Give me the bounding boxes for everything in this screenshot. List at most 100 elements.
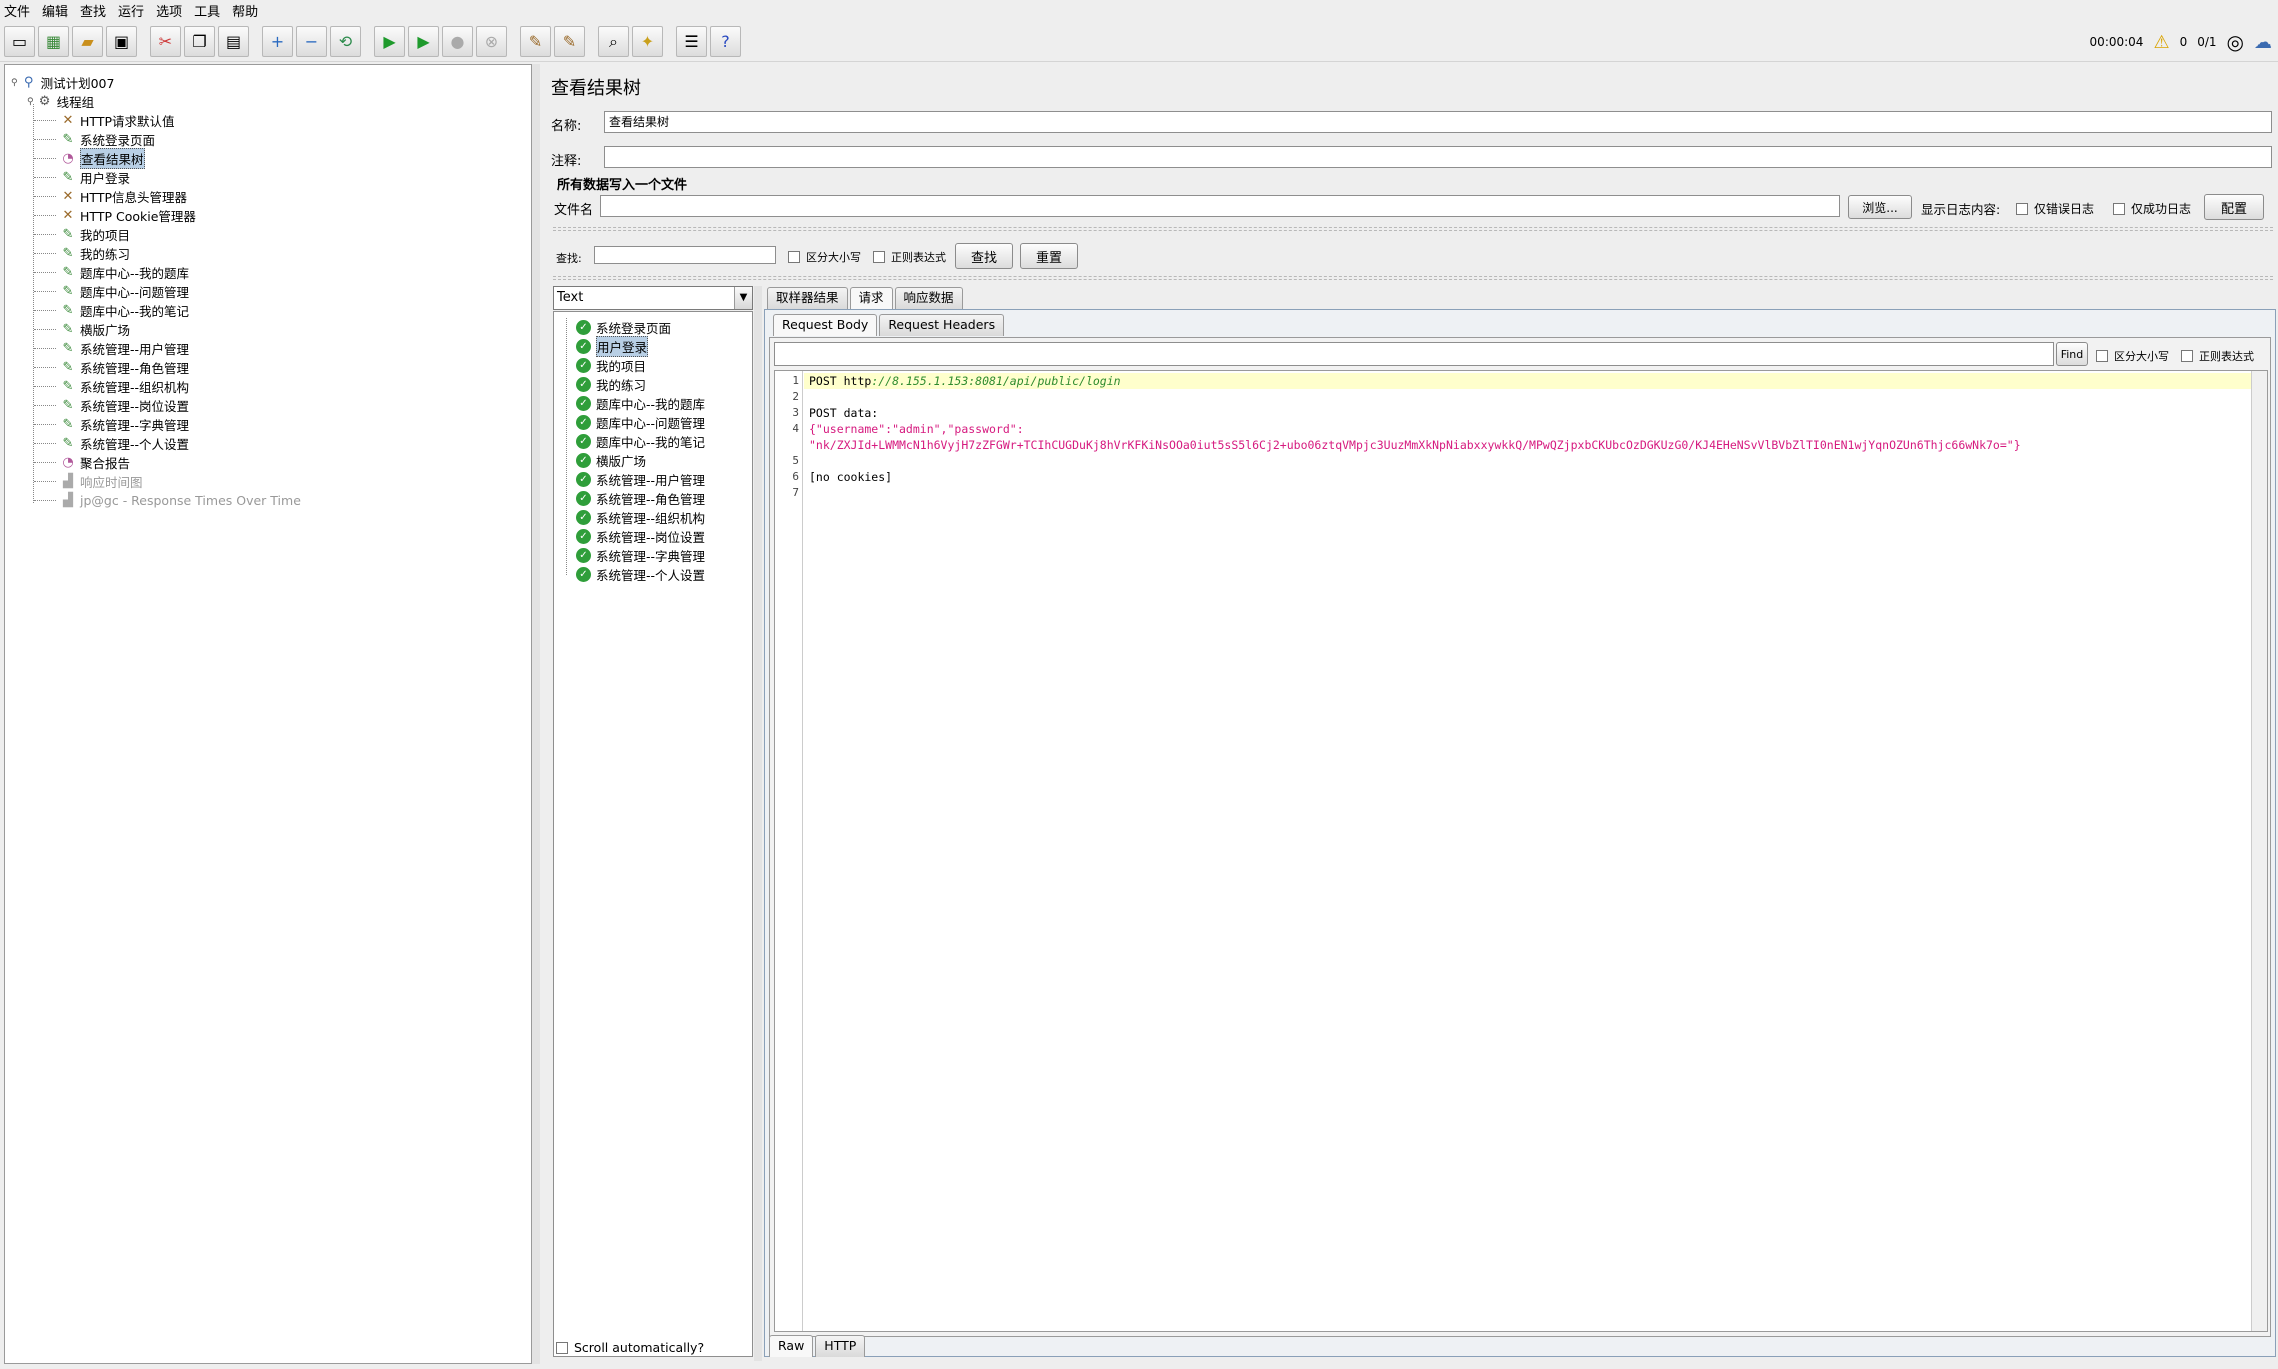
start-no-pause-icon[interactable]: ▶ xyxy=(408,26,439,57)
tree-node[interactable]: ✎ 我的项目 xyxy=(34,225,130,244)
remote-icon[interactable]: ◎ xyxy=(2227,30,2244,54)
result-item[interactable]: ✓ 我的练习 xyxy=(576,375,646,394)
warning-icon[interactable]: ⚠ xyxy=(2153,32,2169,53)
tree-node[interactable]: ✕ HTTP请求默认值 xyxy=(34,111,175,130)
save-icon[interactable]: ▣ xyxy=(106,26,137,57)
cut-icon[interactable]: ✂ xyxy=(150,26,181,57)
menu-item[interactable]: 文件 xyxy=(4,1,30,20)
renderer-select[interactable]: Text ▼ xyxy=(553,286,753,310)
menu-item[interactable]: 查找 xyxy=(80,1,106,20)
result-item[interactable]: ✓ 系统管理--组织机构 xyxy=(576,508,705,527)
menu-item[interactable]: 选项 xyxy=(156,1,182,20)
menu-item[interactable]: 编辑 xyxy=(42,1,68,20)
find-button[interactable]: 查找 xyxy=(955,243,1013,269)
browse-button[interactable]: 浏览... xyxy=(1848,195,1912,219)
toggle-icon[interactable]: ⟲ xyxy=(330,26,361,57)
result-item[interactable]: ✓ 用户登录 xyxy=(576,336,649,357)
request-tab[interactable]: Request Body xyxy=(773,314,878,336)
tree-node[interactable]: ✕ HTTP Cookie管理器 xyxy=(34,206,196,225)
shutdown-icon[interactable]: ⊗ xyxy=(476,26,507,57)
tree-node[interactable]: ✎ 我的练习 xyxy=(34,244,130,263)
result-item[interactable]: ✓ 系统管理--岗位设置 xyxy=(576,527,705,546)
regex-checkbox[interactable]: 正则表达式 xyxy=(873,249,946,265)
editor-find-button[interactable]: Find xyxy=(2056,342,2088,366)
request-body-editor[interactable]: 1 POST http://8.155.1.153:8081/api/public… xyxy=(774,370,2268,1332)
tree-node[interactable]: ▟ jp@gc - Response Times Over Time xyxy=(34,491,301,510)
editor-case-checkbox[interactable]: 区分大小写 xyxy=(2096,348,2169,364)
configure-button[interactable]: 配置 xyxy=(2204,194,2264,220)
tree-node[interactable]: ✎ 用户登录 xyxy=(34,168,130,187)
reset-search-icon[interactable]: ✦ xyxy=(632,26,663,57)
result-tab[interactable]: 请求 xyxy=(849,287,893,309)
status-icon[interactable]: ☁ xyxy=(2254,32,2272,53)
results-splitter[interactable] xyxy=(754,286,762,1361)
test-plan-tree[interactable]: ⚲ ⚲ 测试计划007 ⚲ ⚙ 线程组 ✕ HTTP请求默认值 ✎ 系统登录页面 ◔ 查看结果树 ✎ 用户… xyxy=(4,64,532,1364)
results-list[interactable]: ✓ 系统登录页面 ✓ 用户登录 ✓ 我的项目 ✓ 我的练习 ✓ 题库中心--我的题库 ✓ 题库中心--… xyxy=(553,311,753,1357)
result-item[interactable]: ✓ 系统管理--用户管理 xyxy=(576,470,705,489)
search-icon[interactable]: ⌕ xyxy=(598,26,629,57)
divider[interactable] xyxy=(553,227,2273,231)
menu-item[interactable]: 工具 xyxy=(194,1,220,20)
errors-only-checkbox[interactable]: 仅错误日志 xyxy=(2016,200,2094,217)
tree-node[interactable]: ✎ 系统登录页面 xyxy=(34,130,155,149)
expand-icon[interactable]: + xyxy=(262,26,293,57)
result-item[interactable]: ✓ 系统管理--个人设置 xyxy=(576,565,705,584)
result-item[interactable]: ✓ 我的项目 xyxy=(576,356,646,375)
clear-all-icon[interactable]: ✎ xyxy=(554,26,585,57)
request-tab[interactable]: Request Headers xyxy=(879,314,1005,336)
tree-node[interactable]: ✎ 系统管理--岗位设置 xyxy=(34,396,189,415)
view-mode-tab[interactable]: HTTP xyxy=(815,1335,866,1357)
result-tab[interactable]: 响应数据 xyxy=(894,287,963,309)
tree-node[interactable]: ✎ 系统管理--组织机构 xyxy=(34,377,189,396)
expand-toggle-icon[interactable]: ⚲ xyxy=(27,97,34,107)
copy-icon[interactable]: ❐ xyxy=(184,26,215,57)
open-icon[interactable]: ▰ xyxy=(72,26,103,57)
result-item[interactable]: ✓ 题库中心--问题管理 xyxy=(576,413,705,432)
tree-node[interactable]: ✎ 题库中心--问题管理 xyxy=(34,282,189,301)
tree-node[interactable]: ✎ 系统管理--字典管理 xyxy=(34,415,189,434)
start-icon[interactable]: ▶ xyxy=(374,26,405,57)
clear-icon[interactable]: ✎ xyxy=(520,26,551,57)
tree-node[interactable]: ✎ 系统管理--用户管理 xyxy=(34,339,189,358)
editor-scrollbar[interactable] xyxy=(2251,371,2267,1331)
search-input[interactable] xyxy=(594,246,776,264)
result-item[interactable]: ✓ 系统登录页面 xyxy=(576,318,671,337)
tree-node[interactable]: ✎ 题库中心--我的题库 xyxy=(34,263,189,282)
templates-icon[interactable]: ▦ xyxy=(38,26,69,57)
collapse-icon[interactable]: − xyxy=(296,26,327,57)
paste-icon[interactable]: ▤ xyxy=(218,26,249,57)
menu-item[interactable]: 帮助 xyxy=(232,1,258,20)
function-helper-icon[interactable]: ☰ xyxy=(676,26,707,57)
chevron-down-icon[interactable]: ▼ xyxy=(734,287,752,309)
name-field[interactable]: 查看结果树 xyxy=(604,111,2272,133)
result-item[interactable]: ✓ 系统管理--角色管理 xyxy=(576,489,705,508)
result-item[interactable]: ✓ 系统管理--字典管理 xyxy=(576,546,705,565)
menu-item[interactable]: 运行 xyxy=(118,1,144,20)
tree-node[interactable]: ✎ 题库中心--我的笔记 xyxy=(34,301,189,320)
comment-field[interactable] xyxy=(604,146,2272,168)
result-tab[interactable]: 取样器结果 xyxy=(767,287,848,309)
tree-node[interactable]: ⚲ ⚲ 测试计划007 xyxy=(11,73,114,92)
reset-button[interactable]: 重置 xyxy=(1020,243,1078,269)
tree-node[interactable]: ✎ 横版广场 xyxy=(34,320,130,339)
new-icon[interactable]: ▭ xyxy=(4,26,35,57)
scroll-auto-checkbox[interactable]: Scroll automatically? xyxy=(556,1340,704,1355)
tree-node[interactable]: ◔ 查看结果树 xyxy=(34,148,145,169)
help-icon[interactable]: ? xyxy=(710,26,741,57)
expand-toggle-icon[interactable]: ⚲ xyxy=(11,78,18,88)
view-mode-tab[interactable]: Raw xyxy=(769,1335,814,1357)
tree-node[interactable]: ▟ 响应时间图 xyxy=(34,472,143,491)
tree-node[interactable]: ✎ 系统管理--角色管理 xyxy=(34,358,189,377)
case-sensitive-checkbox[interactable]: 区分大小写 xyxy=(788,249,861,265)
tree-node[interactable]: ◔ 聚合报告 xyxy=(34,453,130,472)
divider[interactable] xyxy=(553,276,2273,280)
result-item[interactable]: ✓ 题库中心--我的笔记 xyxy=(576,432,705,451)
editor-search-input[interactable] xyxy=(774,342,2054,366)
tree-node[interactable]: ✕ HTTP信息头管理器 xyxy=(34,187,187,206)
success-only-checkbox[interactable]: 仅成功日志 xyxy=(2113,200,2191,217)
result-item[interactable]: ✓ 横版广场 xyxy=(576,451,646,470)
stop-icon[interactable]: ● xyxy=(442,26,473,57)
tree-node[interactable]: ✎ 系统管理--个人设置 xyxy=(34,434,189,453)
vertical-splitter[interactable] xyxy=(532,64,540,1364)
tree-node[interactable]: ⚲ ⚙ 线程组 xyxy=(27,92,94,111)
